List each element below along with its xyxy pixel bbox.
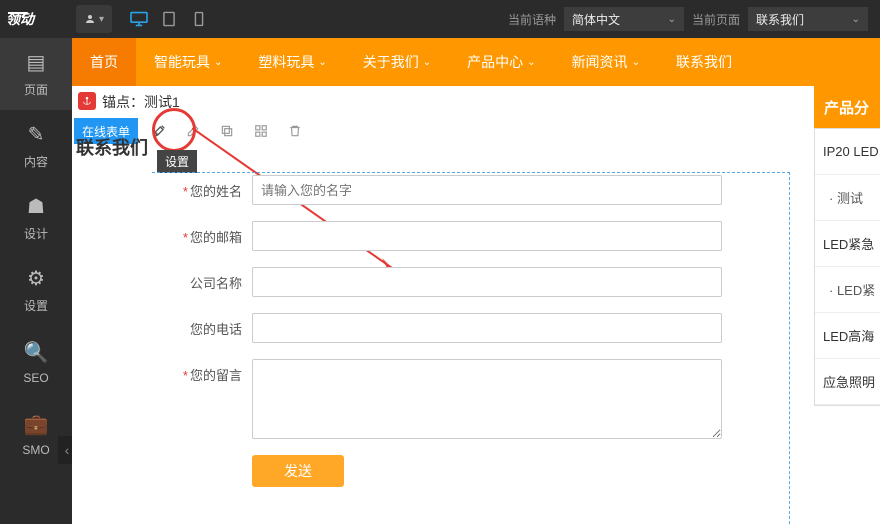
nav-label: 产品中心 (467, 52, 523, 72)
company-label: 公司名称 (152, 267, 252, 292)
email-input[interactable] (252, 221, 722, 251)
page-select[interactable]: 联系我们 ⌄ (748, 7, 868, 31)
nav-about[interactable]: 关于我们 ⌄ (345, 38, 449, 86)
sidebar-label: 页面 (24, 81, 48, 98)
list-item[interactable]: LED紧急 (815, 221, 880, 267)
device-mobile[interactable] (184, 5, 214, 33)
lang-label: 当前语种 (508, 11, 556, 28)
device-switcher (124, 5, 214, 33)
form-component[interactable]: *您的姓名 *您的邮箱 公司名称 您的电话 *您的留言 发送 (152, 172, 790, 524)
sidebar-item-settings[interactable]: ⚙ 设置 (0, 254, 72, 326)
nav-home[interactable]: 首页 (72, 38, 136, 86)
right-panel-header: 产品分 (814, 86, 880, 128)
sidebar-label: 内容 (24, 153, 48, 170)
edit-icon (186, 124, 200, 138)
anchor-label: 锚点：测试1 (102, 92, 180, 112)
sidebar-item-seo[interactable]: 🔍 SEO (0, 326, 72, 398)
nav-smart-toys[interactable]: 智能玩具 ⌄ (136, 38, 240, 86)
lang-value: 简体中文 (572, 11, 620, 28)
nav-label: 新闻资讯 (572, 52, 628, 72)
nav-label: 智能玩具 (154, 52, 210, 72)
gear-icon: ⚙ (27, 266, 45, 291)
list-item[interactable]: IP20 LED (815, 129, 880, 175)
chevron-down-icon: ⌄ (632, 57, 640, 68)
user-menu[interactable]: ▾ (76, 5, 112, 33)
list-item[interactable]: 应急照明 (815, 359, 880, 405)
email-label: *您的邮箱 (152, 221, 252, 246)
tablet-icon (162, 11, 176, 27)
sidebar-label: SEO (23, 371, 48, 385)
right-panel: 产品分 IP20 LED · 测试 LED紧急 · LED紧 LED高海 应急照… (814, 86, 880, 524)
lang-select[interactable]: 简体中文 ⌄ (564, 7, 684, 31)
chevron-down-icon: ⌄ (318, 57, 326, 68)
company-input[interactable] (252, 267, 722, 297)
name-label: *您的姓名 (152, 175, 252, 200)
right-panel-list: IP20 LED · 测试 LED紧急 · LED紧 LED高海 应急照明 (814, 128, 880, 406)
nav-label: 联系我们 (676, 52, 732, 72)
edit-tool[interactable] (180, 118, 206, 144)
chevron-down-icon: ⌄ (668, 14, 676, 25)
page-value: 联系我们 (756, 11, 804, 28)
nav-label: 关于我们 (363, 52, 419, 72)
main-nav: 首页 智能玩具 ⌄ 塑料玩具 ⌄ 关于我们 ⌄ 产品中心 ⌄ 新闻资讯 ⌄ 联系我们 (72, 38, 880, 86)
device-tablet[interactable] (154, 5, 184, 33)
sidebar: ▤ 页面 ✎ 内容 ☗ 设计 ⚙ 设置 🔍 SEO 💼 SMO ‹ (0, 38, 72, 524)
logo: 领动 (0, 0, 72, 38)
delete-tool[interactable] (282, 118, 308, 144)
pencil-icon: ✎ (28, 122, 45, 147)
list-item[interactable]: · LED紧 (815, 267, 880, 313)
chevron-down-icon: ⌄ (214, 57, 222, 68)
nav-products[interactable]: 产品中心 ⌄ (449, 38, 553, 86)
search-icon: 🔍 (24, 340, 49, 365)
list-item[interactable]: LED高海 (815, 313, 880, 359)
nav-plastic-toys[interactable]: 塑料玩具 ⌄ (240, 38, 344, 86)
sidebar-item-design[interactable]: ☗ 设计 (0, 182, 72, 254)
device-desktop[interactable] (124, 5, 154, 33)
grid-icon (254, 124, 268, 138)
phone-input[interactable] (252, 313, 722, 343)
nav-news[interactable]: 新闻资讯 ⌄ (554, 38, 658, 86)
copy-icon (220, 124, 234, 138)
submit-button[interactable]: 发送 (252, 455, 344, 487)
settings-tooltip: 设置 (157, 150, 197, 173)
top-bar: 领动 ▾ 当前语种 简体中文 ⌄ 当前页面 联系我们 ⌄ (0, 0, 880, 38)
briefcase-icon: 💼 (24, 412, 49, 437)
page-label: 当前页面 (692, 11, 740, 28)
chevron-down-icon: ▾ (99, 14, 104, 25)
desktop-icon (129, 11, 149, 27)
content-area: 锚点：测试1 在线表单 联系我们 设置 *您的姓名 *您的邮箱 公司名称 您的电… (72, 86, 880, 524)
nav-label: 首页 (90, 52, 118, 72)
page-heading: 联系我们 (76, 134, 148, 160)
chevron-down-icon: ⌄ (852, 14, 860, 25)
message-label: *您的留言 (152, 359, 252, 384)
copy-tool[interactable] (214, 118, 240, 144)
mobile-icon (194, 11, 204, 27)
anchor-icon (82, 96, 92, 106)
grid-tool[interactable] (248, 118, 274, 144)
sidebar-item-page[interactable]: ▤ 页面 (0, 38, 72, 110)
sidebar-label: SMO (22, 443, 49, 457)
user-icon (84, 13, 96, 25)
sidebar-label: 设置 (24, 297, 48, 314)
sidebar-label: 设计 (24, 225, 48, 242)
nav-label: 塑料玩具 (258, 52, 314, 72)
chevron-down-icon: ⌄ (423, 57, 431, 68)
chevron-down-icon: ⌄ (527, 57, 535, 68)
sidebar-item-content[interactable]: ✎ 内容 (0, 110, 72, 182)
list-item[interactable]: · 测试 (815, 175, 880, 221)
phone-label: 您的电话 (152, 313, 252, 338)
page-icon: ▤ (27, 50, 46, 75)
message-textarea[interactable] (252, 359, 722, 439)
design-icon: ☗ (27, 194, 45, 219)
wrench-icon (151, 123, 167, 139)
name-input[interactable] (252, 175, 722, 205)
chevron-left-icon: ‹ (65, 442, 70, 458)
anchor-badge[interactable] (78, 92, 96, 110)
nav-contact[interactable]: 联系我们 (658, 38, 750, 86)
settings-tool[interactable] (146, 118, 172, 144)
trash-icon (288, 124, 302, 138)
